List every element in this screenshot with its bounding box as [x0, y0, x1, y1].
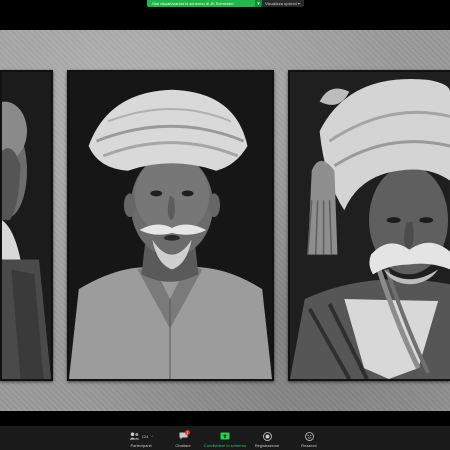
reactions-label: Reazioni — [301, 443, 317, 448]
meeting-toolbar: 124 ^ Partecipanti 1 Chattare Condivider… — [0, 426, 450, 450]
participants-icon — [129, 432, 140, 440]
banner-dropdown-icon[interactable]: ▾ — [255, 0, 262, 7]
chat-label: Chattare — [175, 443, 191, 448]
participants-button[interactable]: 124 ^ Partecipanti — [123, 426, 159, 448]
portrait-photo-right — [288, 70, 450, 381]
chat-button[interactable]: 1 Chattare — [165, 426, 201, 448]
portrait-photo-left — [0, 70, 53, 381]
shared-screen — [0, 30, 450, 411]
reactions-button[interactable]: Reazioni — [291, 426, 327, 448]
share-banner-text: Stai visualizzando lo schermo di JK Schn… — [152, 1, 234, 6]
view-options-button[interactable]: Visualizza opzioni ▾ — [262, 0, 304, 7]
share-screen-button[interactable]: Condividere lo schermo — [203, 426, 247, 448]
portrait-photo-center — [67, 70, 274, 381]
record-button[interactable]: Registrazione — [249, 426, 285, 448]
reactions-icon — [304, 431, 314, 441]
share-screen-label: Condividere lo schermo — [203, 443, 247, 448]
participants-count: 124 — [141, 433, 149, 439]
screen-share-banner: Stai visualizzando lo schermo di JK Schn… — [147, 0, 262, 7]
share-screen-icon — [220, 432, 230, 440]
record-label: Registrazione — [254, 443, 280, 448]
record-icon — [262, 431, 272, 441]
chevron-up-icon[interactable]: ^ — [151, 434, 153, 439]
participants-label: Partecipanti — [130, 443, 152, 448]
chat-unread-badge: 1 — [185, 430, 190, 435]
